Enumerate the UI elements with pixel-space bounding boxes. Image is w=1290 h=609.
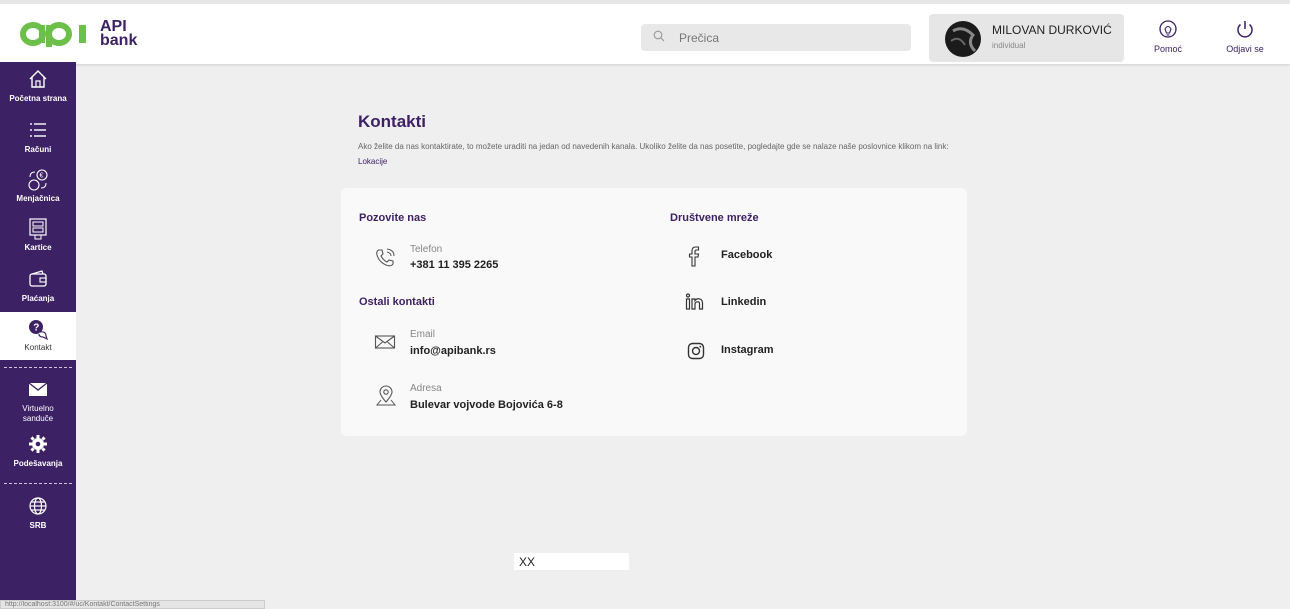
sidebar-item-home[interactable]: Početna strana: [0, 68, 76, 104]
facebook-link[interactable]: Facebook: [721, 249, 772, 261]
search-icon: [653, 30, 669, 45]
user-type: individual: [992, 41, 1026, 50]
power-icon: [1220, 18, 1270, 42]
sidebar-divider: [4, 483, 72, 484]
linkedin-link[interactable]: Linkedin: [721, 296, 766, 308]
facebook-icon: [684, 245, 704, 272]
address-value: Bulevar vojvode Bojovića 6-8: [410, 399, 563, 411]
description-text: Ako želite da nas kontaktirate, to možet…: [358, 142, 949, 151]
phone-label: Telefon: [410, 244, 443, 255]
sidebar-item-label: Podešavanja: [13, 459, 63, 468]
card-icon: [0, 217, 76, 241]
lightbulb-icon: [1143, 18, 1193, 42]
browser-status-url: http://localhost:3100/#/uc/Kontakt/Conta…: [0, 600, 265, 609]
sidebar-item-label: Plaćanja: [21, 294, 55, 303]
locations-link[interactable]: Lokacije: [358, 157, 387, 166]
apibank-logo[interactable]: API bank: [20, 14, 137, 54]
instagram-icon: [687, 342, 705, 365]
phone-icon: [373, 246, 397, 275]
search-input[interactable]: [679, 30, 899, 45]
sidebar-divider: [4, 367, 72, 368]
logo-text: API bank: [100, 19, 138, 49]
linkedin-icon: [685, 293, 705, 316]
contact-card: Pozovite nas Telefon +381 11 395 2265 Os…: [341, 188, 967, 436]
sidebar-item-cards[interactable]: Kartice: [0, 217, 76, 253]
sidebar-item-label: Virtuelno sanduče: [22, 404, 54, 423]
sidebar-item-label: Računi: [24, 145, 52, 154]
sidebar-item-label: Kontakt: [24, 343, 52, 352]
sidebar: Početna strana Računi € Menjačnica Karti…: [0, 62, 76, 609]
call-section-title: Pozovite nas: [359, 212, 427, 224]
wallet-icon: [0, 268, 76, 292]
other-section-title: Ostali kontakti: [359, 296, 435, 308]
sidebar-item-payments[interactable]: Plaćanja: [0, 268, 76, 304]
footer-text: XX: [514, 553, 629, 570]
social-section-title: Društvene mreže: [670, 212, 759, 224]
sidebar-item-label: Početna strana: [9, 94, 67, 103]
sidebar-item-virtual-mailbox[interactable]: Virtuelno sanduče: [0, 378, 76, 424]
search-box[interactable]: [641, 24, 911, 51]
user-profile-card[interactable]: MILOVAN DURKOVIĆ individual: [929, 14, 1124, 62]
svg-text:€: €: [40, 173, 44, 180]
sidebar-item-language[interactable]: SRB: [0, 495, 76, 531]
gear-icon: [0, 433, 76, 457]
logo-text-bank: bank: [100, 32, 138, 49]
help-button[interactable]: Pomoć: [1143, 18, 1193, 54]
email-value[interactable]: info@apibank.rs: [410, 345, 496, 357]
sidebar-item-label: SRB: [29, 521, 47, 530]
location-pin-icon: [374, 384, 398, 413]
top-header: API bank MILOVAN DURKOVIĆ individual Pom…: [0, 0, 1290, 64]
sidebar-item-exchange[interactable]: € Menjačnica: [0, 168, 76, 204]
email-label: Email: [410, 329, 436, 340]
sidebar-item-label: Menjačnica: [16, 194, 60, 203]
page-description: Ako želite da nas kontaktirate, to možet…: [358, 139, 978, 169]
page-title: Kontakti: [358, 112, 426, 131]
user-name: MILOVAN DURKOVIĆ: [992, 23, 1112, 37]
envelope-icon: [374, 333, 396, 356]
phone-value[interactable]: +381 11 395 2265: [410, 259, 498, 271]
svg-text:?: ?: [33, 323, 39, 334]
list-icon: [0, 119, 76, 143]
api-logo-icon: [20, 22, 86, 47]
logout-label: Odjavi se: [1226, 44, 1264, 54]
logout-button[interactable]: Odjavi se: [1220, 18, 1270, 54]
sidebar-item-accounts[interactable]: Računi: [0, 119, 76, 155]
avatar[interactable]: [945, 21, 981, 57]
sidebar-item-contact[interactable]: ? Kontakt: [0, 312, 76, 360]
sidebar-item-label: Kartice: [24, 243, 52, 252]
chat-icon: ?: [0, 317, 76, 341]
instagram-link[interactable]: Instagram: [721, 344, 774, 356]
exchange-icon: €: [0, 168, 76, 192]
mail-icon: [0, 378, 76, 402]
home-icon: [0, 68, 76, 92]
address-label: Adresa: [410, 383, 442, 394]
help-label: Pomoć: [1153, 44, 1182, 54]
globe-icon: [0, 495, 76, 519]
sidebar-item-settings[interactable]: Podešavanja: [0, 433, 76, 469]
